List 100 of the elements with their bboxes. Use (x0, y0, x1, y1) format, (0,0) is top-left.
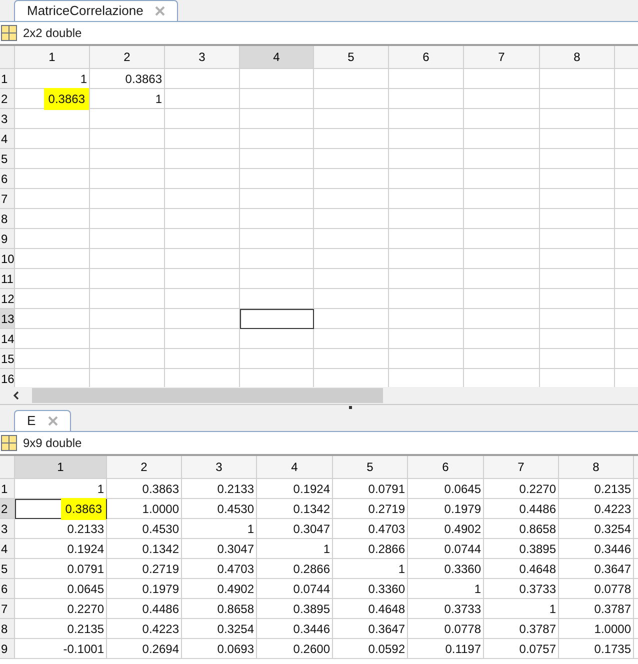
row-header[interactable]: 1 (0, 479, 15, 499)
header-corner[interactable] (0, 46, 15, 69)
column-header[interactable]: 3 (165, 46, 240, 69)
row-header[interactable]: 7 (0, 189, 15, 209)
table-cell: 0.0592 (333, 639, 408, 659)
row-header[interactable]: 11 (0, 269, 15, 289)
column-header[interactable]: 4 (257, 456, 333, 479)
column-header[interactable]: 2 (90, 46, 165, 69)
table-cell: 1 (408, 579, 484, 599)
table-cell: 0.1197 (408, 639, 484, 659)
table-cell: 0.2866 (257, 559, 333, 579)
table-cell: 0.3254 (182, 619, 257, 639)
column-header[interactable]: 1 (15, 46, 90, 69)
row-header[interactable]: 15 (0, 349, 15, 369)
close-icon[interactable] (155, 6, 166, 16)
table-cell: 0.2719 (107, 559, 182, 579)
table-cell: 0.3446 (257, 619, 333, 639)
table-cell: 0.8658 (182, 599, 257, 619)
grid-icon (1, 25, 17, 41)
table-cell: 0.3360 (333, 579, 408, 599)
row-header[interactable]: 6 (0, 169, 15, 189)
table-cell: 1 (182, 519, 257, 539)
table-cell: 0.3360 (408, 559, 484, 579)
row-header[interactable]: 8 (0, 209, 15, 229)
column-header[interactable]: 8 (540, 46, 615, 69)
row-header[interactable]: 2 (0, 499, 15, 519)
column-header[interactable]: 3 (182, 456, 257, 479)
table-cell: 0.2133 (182, 479, 257, 499)
table-cell: 0.3047 (182, 539, 257, 559)
table-cell: 0.4902 (182, 579, 257, 599)
table-cell: 0.0744 (257, 579, 333, 599)
row-header[interactable]: 2 (0, 89, 15, 109)
table-cell: 0.2719 (333, 499, 408, 519)
table-cell: 0.3863 (15, 89, 90, 109)
table-cell: 0.1979 (408, 499, 484, 519)
row-header[interactable]: 5 (0, 149, 15, 169)
table-cell: 0.4902 (408, 519, 484, 539)
column-header[interactable]: 7 (484, 456, 559, 479)
tab[interactable]: E (14, 410, 71, 431)
row-header[interactable]: 13 (0, 309, 15, 329)
column-header[interactable] (634, 456, 638, 479)
table-cell: 0.2600 (257, 639, 333, 659)
table-cell: 0.4223 (559, 499, 634, 519)
table-cell: 1.0000 (559, 619, 634, 639)
row-header[interactable]: 14 (0, 329, 15, 349)
table-cell: 0.0645 (408, 479, 484, 499)
horizontal-scrollbar[interactable] (0, 387, 638, 404)
table-cell: 0.4703 (333, 519, 408, 539)
column-header[interactable]: 1 (15, 456, 107, 479)
table-cell: 0.1342 (107, 539, 182, 559)
column-header[interactable]: 8 (559, 456, 634, 479)
column-header[interactable]: 2 (107, 456, 182, 479)
table-cell: 0.3787 (484, 619, 559, 639)
close-icon[interactable] (48, 416, 58, 426)
row-header[interactable]: 9 (0, 639, 15, 659)
table-cell: 0.1924 (257, 479, 333, 499)
column-header[interactable] (615, 46, 638, 69)
table-cell: 0.1979 (107, 579, 182, 599)
size-label: 9x9 double (23, 435, 82, 452)
table-cell: 0.4223 (107, 619, 182, 639)
table-cell: 0.0693 (182, 639, 257, 659)
row-header[interactable]: 12 (0, 289, 15, 309)
column-header[interactable]: 5 (314, 46, 389, 69)
table-cell: 0.3647 (333, 619, 408, 639)
column-header[interactable]: 7 (464, 46, 540, 69)
row-header[interactable]: 4 (0, 129, 15, 149)
table-cell: 0.2270 (15, 599, 107, 619)
row-header[interactable]: 16 (0, 369, 15, 387)
row-header[interactable]: 8 (0, 619, 15, 639)
tab[interactable]: MatriceCorrelazione (14, 0, 178, 21)
row-header[interactable]: 4 (0, 539, 15, 559)
column-header[interactable]: 4 (240, 46, 314, 69)
table-cell: 0.3863 (15, 499, 107, 519)
row-header[interactable]: 1 (0, 69, 15, 89)
row-header[interactable]: 9 (0, 229, 15, 249)
table-cell: 0.4486 (484, 499, 559, 519)
table-cell: 0.3047 (257, 519, 333, 539)
table-cell: 0.4486 (107, 599, 182, 619)
table-cell: 0.3863 (90, 69, 165, 89)
row-header[interactable]: 6 (0, 579, 15, 599)
table-cell: 0.0791 (15, 559, 107, 579)
table-cell: 0.3254 (559, 519, 634, 539)
row-header[interactable]: 3 (0, 109, 15, 129)
row-header[interactable]: 10 (0, 249, 15, 269)
table-cell: 0.3647 (559, 559, 634, 579)
column-header[interactable]: 6 (389, 46, 464, 69)
grid-icon (1, 435, 17, 451)
row-header[interactable]: 3 (0, 519, 15, 539)
row-header[interactable]: 5 (0, 559, 15, 579)
table-cell: 0.2866 (333, 539, 408, 559)
row-header[interactable]: 7 (0, 599, 15, 619)
splitter-handle[interactable] (348, 406, 352, 409)
table-cell: 0.3733 (484, 579, 559, 599)
table-cell: 0.0791 (333, 479, 408, 499)
column-header[interactable]: 5 (333, 456, 408, 479)
header-corner[interactable] (0, 456, 15, 479)
table-cell: 0.4530 (107, 519, 182, 539)
column-header[interactable]: 6 (408, 456, 484, 479)
table-cell: 0.3863 (107, 479, 182, 499)
table-cell: 0.2135 (559, 479, 634, 499)
